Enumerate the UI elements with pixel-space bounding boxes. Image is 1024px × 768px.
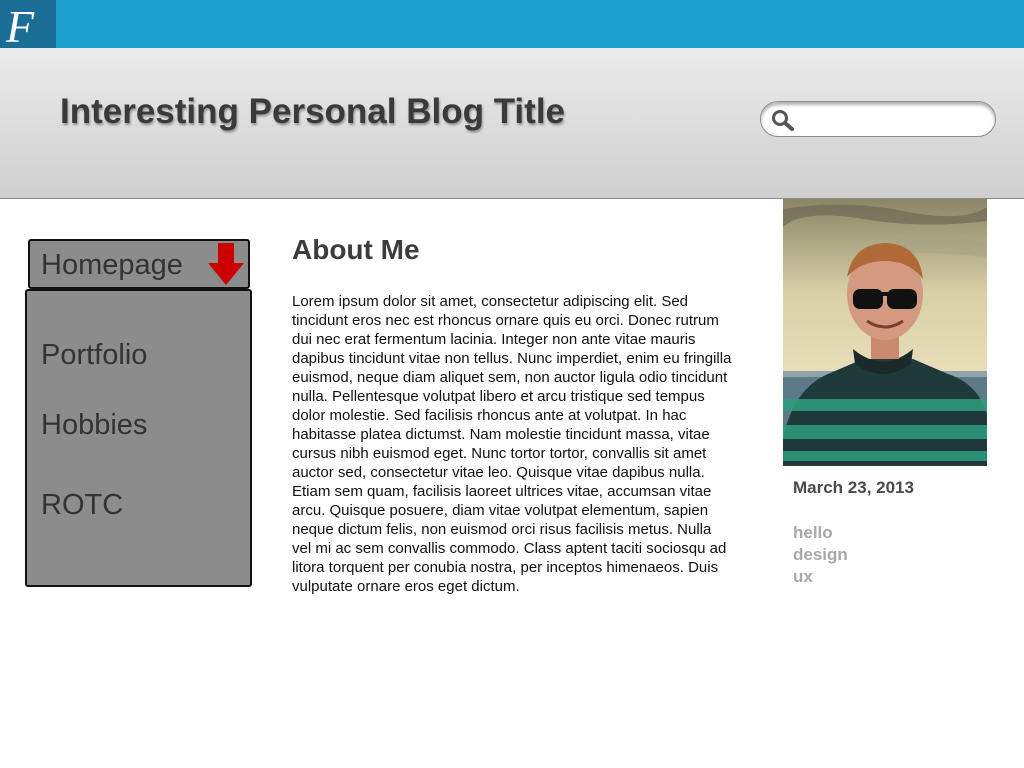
tag-link[interactable]: ux <box>793 566 848 588</box>
nav-dropdown-menu: Portfolio Hobbies ROTC <box>25 289 252 587</box>
article-heading: About Me <box>292 234 420 265</box>
top-bar: F <box>0 0 1024 48</box>
logo-letter: F <box>5 1 35 48</box>
post-date: March 23, 2013 <box>793 478 914 497</box>
nav-item-portfolio[interactable]: Portfolio <box>41 339 147 372</box>
tag-list: hello design ux <box>793 522 848 588</box>
logo-icon: F <box>5 1 35 48</box>
search-box[interactable] <box>760 101 996 137</box>
site-header: Interesting Personal Blog Title <box>0 48 1024 199</box>
nav-item-hobbies[interactable]: Hobbies <box>41 409 147 442</box>
logo[interactable]: F <box>0 0 56 48</box>
arrow-down-icon[interactable] <box>206 243 246 287</box>
search-icon[interactable] <box>770 108 796 132</box>
site-title[interactable]: Interesting Personal Blog Title <box>60 92 565 132</box>
tag-link[interactable]: design <box>793 544 848 566</box>
nav-item-rotc[interactable]: ROTC <box>41 489 123 522</box>
tag-link[interactable]: hello <box>793 522 848 544</box>
search-input[interactable] <box>799 106 991 134</box>
nav-current-label: Homepage <box>41 249 183 281</box>
profile-photo <box>783 199 987 466</box>
article-body: Lorem ipsum dolor sit amet, consectetur … <box>292 293 732 595</box>
nav-current-page[interactable]: Homepage <box>28 239 250 289</box>
